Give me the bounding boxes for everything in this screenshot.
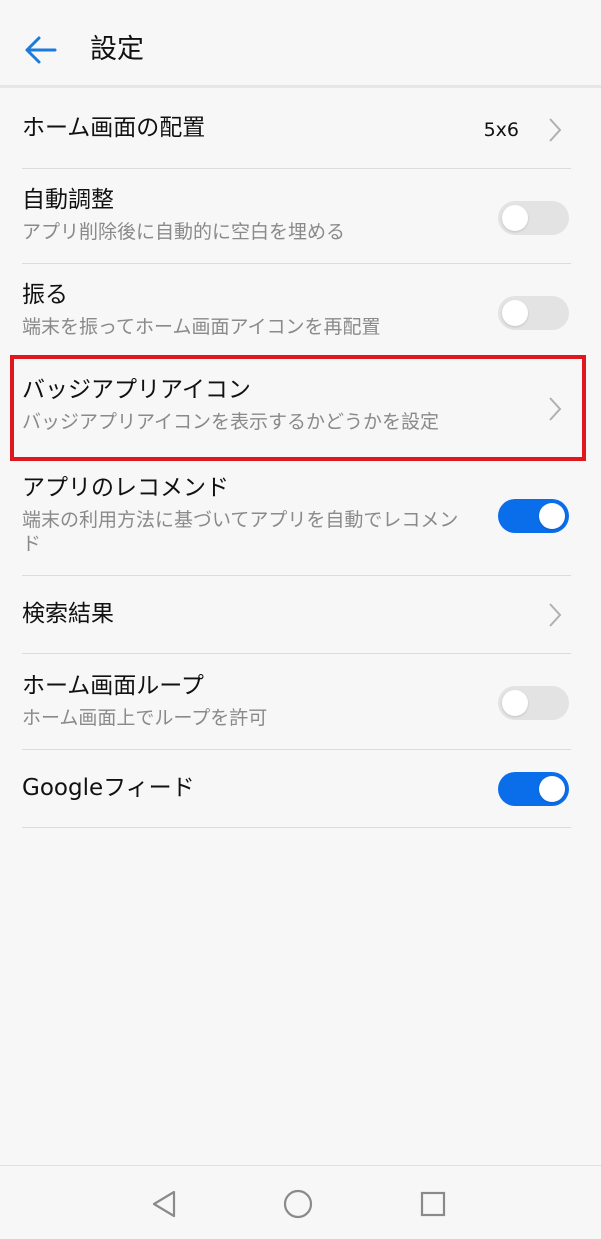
home-circle-icon [283,1189,313,1219]
setting-subtitle: 端末を振ってホーム画面アイコンを再配置 [22,316,381,338]
nav-recents-button[interactable] [415,1186,451,1222]
setting-title: 自動調整 [22,187,114,213]
google-feed-toggle[interactable] [498,772,569,806]
page-title: 設定 [90,34,144,65]
shake-toggle[interactable] [498,296,569,330]
back-button[interactable] [18,28,62,72]
toggle-knob [502,690,528,716]
chevron-right-icon [549,118,562,142]
app-recommend-toggle[interactable] [498,499,569,533]
setting-title: ホーム画面の配置 [22,115,206,141]
setting-search-results[interactable]: 検索結果 [0,576,601,654]
recents-square-icon [420,1191,446,1217]
setting-title: アプリのレコメンド [22,475,229,501]
toggle-knob [502,205,528,231]
back-triangle-icon [152,1190,176,1218]
highlight-box [10,355,586,461]
system-nav-bar [0,1165,601,1239]
app-bar: 設定 [0,0,601,88]
setting-home-layout[interactable]: ホーム画面の配置 5x6 [0,90,601,169]
toggle-knob [539,776,565,802]
arrow-left-icon [25,36,57,64]
setting-auto-align[interactable]: 自動調整 アプリ削除後に自動的に空白を埋める [0,169,601,264]
setting-title: Googleフィード [22,775,195,801]
setting-shake[interactable]: 振る 端末を振ってホーム画面アイコンを再配置 [0,264,601,359]
divider [22,827,571,828]
setting-value: 5x6 [483,119,519,141]
toggle-knob [502,300,528,326]
chevron-right-icon [549,603,562,627]
setting-title: 検索結果 [22,601,114,627]
auto-align-toggle[interactable] [498,201,569,235]
nav-back-button[interactable] [146,1186,182,1222]
setting-title: 振る [22,282,68,308]
setting-subtitle: ホーム画面上でループを許可 [22,707,268,729]
setting-title: ホーム画面ループ [22,673,204,699]
setting-app-recommend[interactable]: アプリのレコメンド 端末の利用方法に基づいてアプリを自動でレコメンド [0,454,601,576]
setting-subtitle: 端末の利用方法に基づいてアプリを自動でレコメンド [22,509,459,555]
setting-google-feed[interactable]: Googleフィード [0,750,601,828]
toggle-knob [539,503,565,529]
nav-home-button[interactable] [280,1186,316,1222]
home-loop-toggle[interactable] [498,686,569,720]
setting-subtitle: アプリ削除後に自動的に空白を埋める [22,221,346,243]
setting-home-loop[interactable]: ホーム画面ループ ホーム画面上でループを許可 [0,654,601,750]
